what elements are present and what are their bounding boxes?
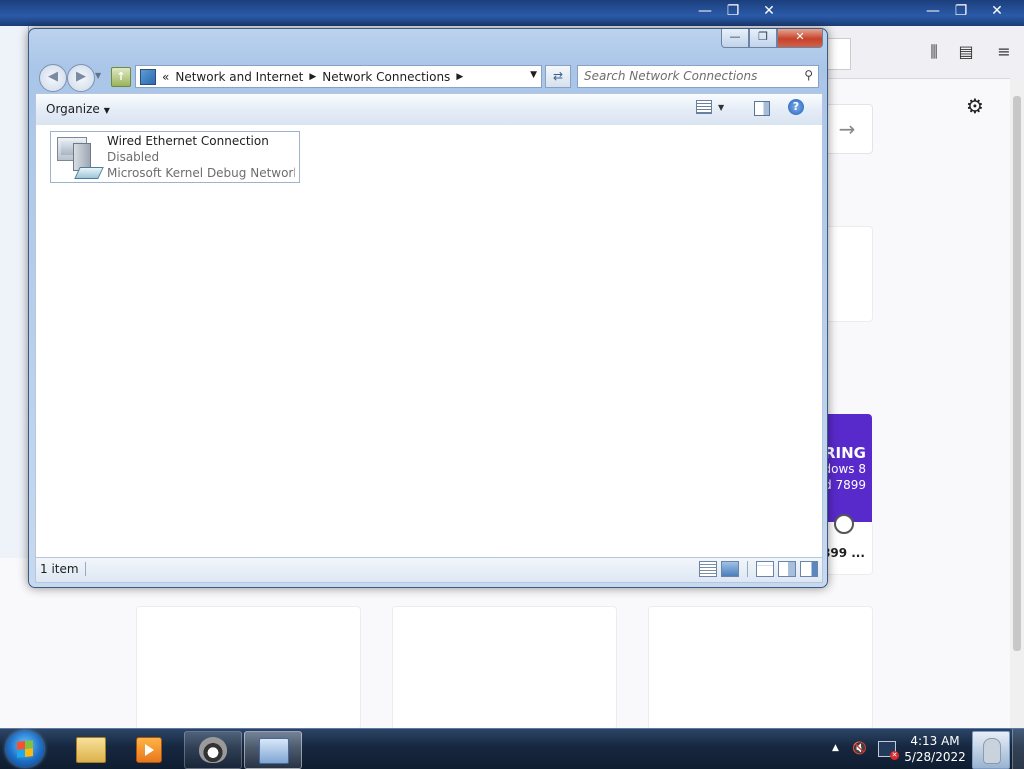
close-button[interactable]: ✕ bbox=[777, 29, 823, 48]
taskbar-racoon-app-button[interactable] bbox=[184, 731, 242, 769]
address-dropdown-icon[interactable]: ▼ bbox=[530, 70, 537, 80]
clock-date: 5/28/2022 bbox=[904, 750, 966, 764]
start-button[interactable] bbox=[6, 731, 44, 767]
taskbar-explorer-button[interactable] bbox=[62, 731, 118, 767]
organize-button[interactable]: Organize ▼ bbox=[46, 102, 110, 116]
breadcrumb-network-and-internet[interactable]: Network and Internet bbox=[175, 70, 303, 84]
menu-icon[interactable]: ≡ bbox=[994, 42, 1014, 62]
browser-restore-button[interactable]: ❐ bbox=[946, 0, 976, 22]
top-site-tile[interactable] bbox=[822, 226, 873, 322]
layout-icon[interactable] bbox=[756, 561, 774, 577]
status-separator bbox=[747, 561, 748, 577]
list-item-wired-ethernet[interactable]: Wired Ethernet Connection Disabled Micro… bbox=[50, 131, 300, 183]
scrollbar-thumb[interactable] bbox=[1013, 96, 1021, 651]
arrow-right-icon: ▶ bbox=[76, 69, 86, 84]
command-bar: Organize ▼ ▼ ? bbox=[35, 93, 823, 126]
taskbar-clock[interactable]: 4:13 AM 5/28/2022 bbox=[900, 733, 970, 765]
details-pane-icon[interactable] bbox=[800, 561, 818, 577]
arrow-left-icon: ◀ bbox=[48, 69, 58, 84]
item-count: 1 item bbox=[40, 562, 86, 576]
forward-button[interactable]: ▶ bbox=[67, 64, 95, 92]
volume-muted-icon[interactable]: 🔇 bbox=[852, 741, 867, 755]
breadcrumb-overflow[interactable]: « bbox=[162, 70, 169, 84]
chevron-down-icon: ▼ bbox=[103, 106, 110, 115]
show-desktop-button[interactable] bbox=[1012, 729, 1024, 769]
recent-pages-dropdown[interactable]: ▼ bbox=[95, 71, 101, 80]
back-button[interactable]: ◀ bbox=[39, 64, 67, 92]
refresh-button[interactable]: ⇄ bbox=[545, 65, 571, 88]
preview-pane-icon[interactable] bbox=[778, 561, 796, 577]
browser-scrollbar[interactable] bbox=[1010, 78, 1024, 728]
up-folder-button[interactable]: ↑ bbox=[111, 67, 131, 87]
top-site-tile-banner[interactable]: ORING ndows 8 ild 7899 bbox=[822, 414, 872, 522]
maximize-button[interactable]: ❐ bbox=[749, 29, 777, 48]
breadcrumb-separator-icon[interactable]: ▶ bbox=[456, 72, 463, 82]
search-icon[interactable]: ⚲ bbox=[804, 68, 813, 82]
large-icons-view-icon[interactable] bbox=[721, 561, 739, 577]
search-box[interactable]: ⚲ bbox=[577, 65, 819, 88]
status-bar: 1 item bbox=[35, 557, 823, 583]
gear-icon[interactable]: ⚙ bbox=[966, 94, 984, 118]
organize-label: Organize bbox=[46, 102, 100, 116]
bg-maximize-button[interactable]: ❐ bbox=[718, 0, 748, 22]
network-connections-window: — ❐ ✕ ◀ ▶ ▼ ↑ « Network and Internet ▶ N… bbox=[28, 28, 828, 588]
show-hidden-icons-button[interactable]: ▲ bbox=[832, 743, 839, 753]
tile-banner-line1: ORING bbox=[822, 444, 866, 462]
control-panel-icon bbox=[140, 68, 156, 85]
empty-tile-2[interactable] bbox=[392, 606, 617, 730]
taskbar-network-connections-button[interactable] bbox=[244, 731, 302, 769]
sidebar-icon[interactable]: ▤ bbox=[956, 42, 976, 62]
window-controls: — ❐ ✕ bbox=[721, 29, 823, 48]
breadcrumb-network-connections[interactable]: Network Connections bbox=[322, 70, 450, 84]
taskbar-media-player-button[interactable] bbox=[120, 731, 176, 767]
search-input[interactable] bbox=[578, 66, 800, 85]
windows-logo-icon bbox=[17, 740, 33, 758]
refresh-icon: ⇄ bbox=[552, 69, 564, 83]
go-arrow-button[interactable]: → bbox=[822, 104, 873, 154]
clock-icon bbox=[834, 514, 854, 534]
racoon-icon bbox=[199, 737, 227, 763]
minimize-button[interactable]: — bbox=[721, 29, 749, 48]
browser-close-button[interactable]: ✕ bbox=[982, 0, 1012, 22]
bg-minimize-button[interactable]: — bbox=[690, 0, 720, 22]
bg-close-button[interactable]: ✕ bbox=[754, 0, 784, 22]
chevron-down-icon: ▼ bbox=[718, 102, 725, 112]
up-arrow-icon: ↑ bbox=[116, 70, 126, 83]
preview-pane-button[interactable] bbox=[754, 101, 770, 116]
status-bar-view-icons bbox=[699, 561, 818, 577]
network-connections-icon bbox=[259, 738, 289, 764]
taskbar: ▲ 🔇 ✕ 4:13 AM 5/28/2022 bbox=[0, 728, 1024, 769]
help-button[interactable]: ? bbox=[788, 99, 804, 115]
user-avatar-button[interactable] bbox=[972, 731, 1010, 769]
details-view-icon bbox=[696, 100, 712, 114]
tile-label: 899 ... bbox=[822, 546, 865, 560]
tile-banner-line3: ild 7899 bbox=[822, 478, 866, 492]
adapter-status: Disabled bbox=[107, 150, 160, 164]
change-view-button[interactable]: ▼ bbox=[696, 100, 734, 118]
file-list-pane[interactable]: Wired Ethernet Connection Disabled Micro… bbox=[35, 125, 823, 557]
folder-icon bbox=[76, 737, 106, 763]
empty-tile-3[interactable] bbox=[648, 606, 873, 730]
network-disconnected-icon[interactable]: ✕ bbox=[878, 741, 899, 760]
empty-tile-1[interactable] bbox=[136, 606, 361, 730]
details-view-icon[interactable] bbox=[699, 561, 717, 577]
network-adapter-icon bbox=[55, 135, 104, 179]
browser-minimize-button[interactable]: — bbox=[918, 0, 948, 22]
media-player-icon bbox=[136, 737, 162, 763]
browser-titlebar: — ❐ ✕ — ❐ ✕ bbox=[0, 0, 1024, 26]
library-icon[interactable]: ⫼ bbox=[924, 42, 944, 62]
tile-banner-line2: ndows 8 bbox=[822, 462, 866, 476]
address-bar[interactable]: « Network and Internet ▶ Network Connect… bbox=[135, 65, 542, 88]
clock-time: 4:13 AM bbox=[910, 734, 960, 748]
background-window-edge bbox=[0, 26, 29, 558]
breadcrumb-separator-icon[interactable]: ▶ bbox=[309, 72, 316, 82]
adapter-name: Wired Ethernet Connection bbox=[107, 134, 269, 148]
adapter-device: Microsoft Kernel Debug Network ... bbox=[107, 166, 295, 180]
